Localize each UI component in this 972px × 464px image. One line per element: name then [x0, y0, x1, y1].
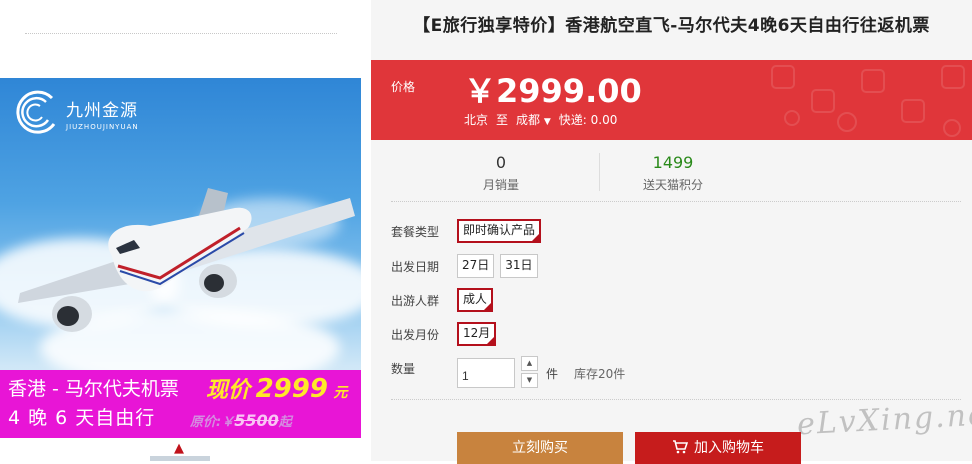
- tmall-points: 1499 送天猫积分: [563, 153, 783, 193]
- brand-logo: 九州金源 JIUZHOUJINYUAN: [12, 90, 139, 136]
- decrease-button[interactable]: ▼: [521, 373, 538, 388]
- option-traveler-adult[interactable]: 成人 ✓: [457, 288, 494, 312]
- tmall-points-value: 1499: [652, 153, 694, 172]
- quantity-unit: 件: [546, 366, 559, 381]
- increase-button[interactable]: ▲: [521, 356, 538, 371]
- option-quantity: 数量 ▲ ▼ 件 库存20件: [391, 356, 625, 390]
- product-info-panel: 【E旅行独享特价】香港航空直飞-马尔代夫4晚6天自由行往返机票 价格 ￥2999…: [371, 0, 972, 464]
- add-to-cart-label: 加入购物车: [694, 440, 764, 456]
- promo-price-label: 现价: [206, 378, 251, 403]
- check-icon: ✓: [488, 333, 495, 341]
- promo-orig-value: 5500: [234, 411, 279, 430]
- promo-orig-label: 原价:￥: [190, 415, 235, 430]
- cart-icon: [673, 440, 689, 454]
- chevron-down-icon: ▼: [543, 117, 551, 127]
- thumbnail-scrollbar[interactable]: [150, 456, 210, 461]
- ship-destination-select[interactable]: 成都 ▼: [516, 111, 551, 128]
- brand-name-en: JIUZHOUJINYUAN: [66, 122, 139, 131]
- price-banner: 价格 ￥2999.00 北京 至 成都 ▼ 快递: 0.00: [371, 60, 972, 140]
- sales-stats: 0 月销量 1499 送天猫积分: [391, 141, 961, 202]
- option-date-27[interactable]: 27日: [457, 254, 495, 278]
- logo-icon: [16, 90, 56, 134]
- option-traveler: 出游人群 成人 ✓: [391, 288, 499, 312]
- option-package: 套餐类型 即时确认产品 ✓: [391, 219, 547, 243]
- promo-price-unit: 元: [333, 385, 348, 401]
- shipping-info: 北京 至 成都 ▼ 快递: 0.00: [464, 111, 617, 128]
- option-label: 出发日期: [391, 259, 440, 274]
- tmall-points-label: 送天猫积分: [642, 178, 703, 192]
- ship-to-word: 至: [496, 113, 509, 127]
- promo-price-value: 2999: [255, 374, 328, 404]
- promo-route: 香港 - 马尔代夫机票: [8, 378, 179, 400]
- option-date-31[interactable]: 31日: [500, 254, 538, 278]
- ship-dest: 成都: [516, 113, 541, 127]
- stock-info: 库存20件: [574, 366, 626, 381]
- promo-orig-suffix: 起: [278, 415, 292, 430]
- brand-name-cn: 九州金源: [66, 100, 138, 121]
- quantity-input[interactable]: [457, 358, 515, 388]
- product-title: 【E旅行独享特价】香港航空直飞-马尔代夫4晚6天自由行往返机票: [413, 16, 930, 36]
- option-label: 数量: [391, 362, 416, 376]
- price-label: 价格: [391, 80, 416, 94]
- promo-strip: 香港 - 马尔代夫机票 4 晚 6 天自由行 现价 2999 元 原价:￥550…: [0, 370, 361, 438]
- price-value: ￥2999.00: [464, 72, 642, 110]
- promo-price: 现价 2999 元: [206, 372, 348, 404]
- check-icon: ✓: [485, 299, 492, 307]
- ship-from: 北京: [464, 113, 489, 127]
- option-date: 出发日期 27日 31日: [391, 254, 544, 278]
- decorative-pattern: [771, 65, 965, 137]
- product-gallery: 九州金源 JIUZHOUJINYUAN 香港 - 马尔代夫机票 4 晚 6 天自…: [0, 0, 370, 461]
- caret-up-icon[interactable]: ▲: [174, 441, 184, 456]
- watermark: eLvXing.net: [796, 396, 972, 443]
- divider: [391, 399, 961, 400]
- option-month: 出发月份 12月 ✓: [391, 322, 502, 346]
- quantity-stepper: ▲ ▼: [521, 356, 538, 390]
- option-label: 出发月份: [391, 327, 440, 342]
- ship-fee: 快递: 0.00: [558, 113, 618, 127]
- promo-duration: 4 晚 6 天自由行: [8, 407, 156, 429]
- buy-now-button[interactable]: 立刻购买: [457, 432, 623, 464]
- divider: [25, 33, 337, 34]
- option-label: 出游人群: [391, 293, 440, 308]
- option-month-12[interactable]: 12月 ✓: [457, 322, 497, 346]
- option-package-instant[interactable]: 即时确认产品 ✓: [457, 219, 542, 243]
- check-icon: ✓: [533, 230, 540, 238]
- product-main-image[interactable]: 九州金源 JIUZHOUJINYUAN 香港 - 马尔代夫机票 4 晚 6 天自…: [0, 78, 361, 438]
- option-label: 套餐类型: [391, 224, 440, 239]
- add-to-cart-button[interactable]: 加入购物车: [635, 432, 801, 464]
- promo-original-price: 原价:￥5500起: [190, 411, 292, 430]
